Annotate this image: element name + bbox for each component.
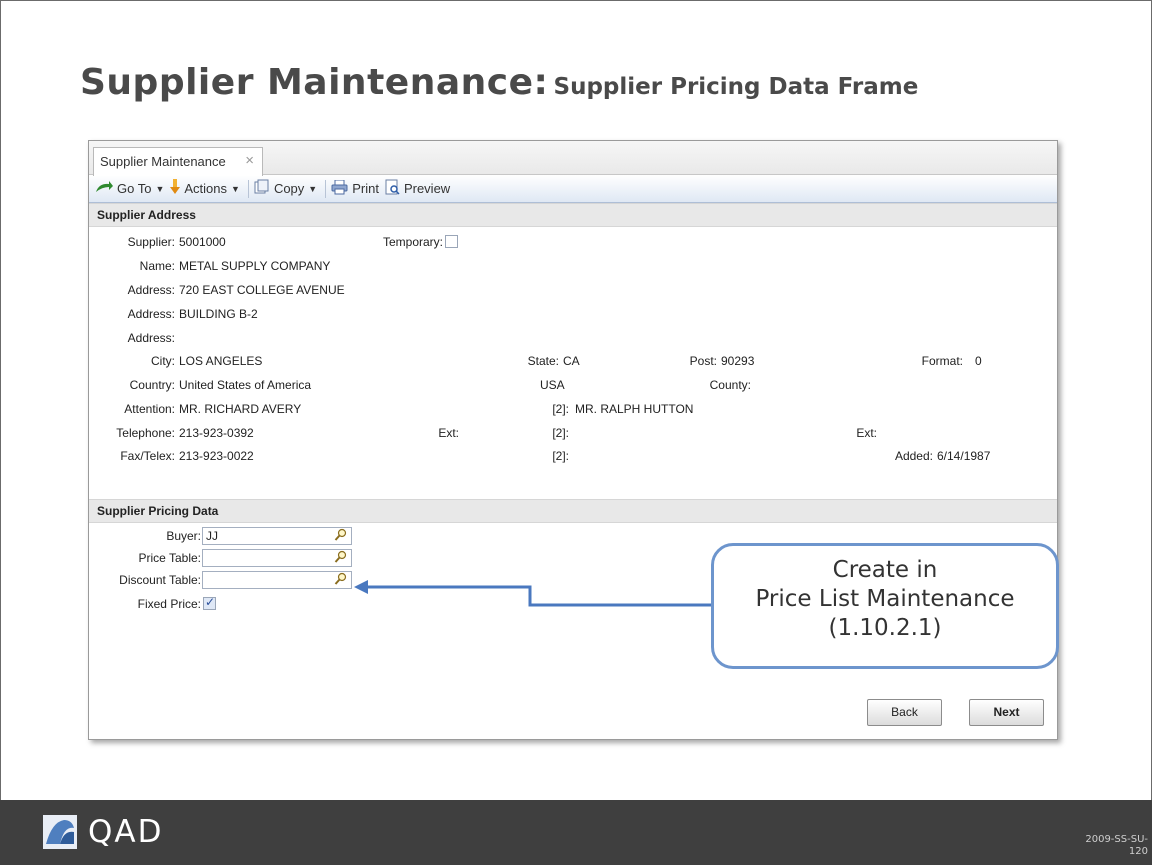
slide-title-main: Supplier Maintenance: bbox=[80, 62, 549, 103]
name-label: Name: bbox=[139, 259, 175, 273]
address1-label: Address: bbox=[127, 283, 175, 297]
buyer-field[interactable]: JJ bbox=[202, 527, 352, 545]
callout-arrow bbox=[354, 580, 711, 607]
toolbar-divider bbox=[247, 179, 249, 198]
actions-button[interactable]: Actions ▼ bbox=[170, 179, 240, 198]
copy-button[interactable]: Copy ▼ bbox=[254, 179, 317, 198]
attention2-label: [2]: bbox=[552, 402, 569, 416]
address2-label: Address: bbox=[127, 307, 175, 321]
supplier-pricing-header: Supplier Pricing Data bbox=[89, 499, 1057, 523]
buyer-value: JJ bbox=[206, 529, 218, 543]
printer-icon bbox=[331, 179, 348, 198]
country-value: United States of America bbox=[179, 378, 312, 392]
fax-label: Fax/Telex: bbox=[120, 449, 175, 463]
actions-label: Actions bbox=[184, 181, 228, 196]
tab-label: Supplier Maintenance bbox=[100, 154, 226, 169]
format-label: Format: bbox=[921, 354, 963, 368]
added-label: Added: bbox=[894, 449, 933, 463]
format-value: 0 bbox=[975, 354, 982, 368]
post-value: 90293 bbox=[721, 354, 755, 368]
supplier-address-header: Supplier Address bbox=[89, 203, 1057, 227]
ext2-label: Ext: bbox=[856, 426, 877, 440]
chevron-down-icon: ▼ bbox=[308, 183, 318, 194]
price-table-field[interactable] bbox=[202, 549, 352, 567]
goto-arrow-icon bbox=[95, 181, 113, 196]
name-value: METAL SUPPLY COMPANY bbox=[179, 259, 331, 273]
ext-label: Ext: bbox=[438, 426, 459, 440]
city-label: City: bbox=[151, 354, 175, 368]
qad-logo-text: QAD bbox=[88, 814, 164, 850]
address2-value: BUILDING B-2 bbox=[179, 307, 258, 321]
address3-label: Address: bbox=[127, 331, 175, 345]
toolbar-divider bbox=[325, 179, 327, 198]
city-value: LOS ANGELES bbox=[179, 354, 263, 368]
preview-label: Preview bbox=[403, 181, 451, 196]
callout-box: Create in Price List Maintenance (1.10.2… bbox=[711, 543, 1059, 669]
address1-value: 720 EAST COLLEGE AVENUE bbox=[179, 283, 345, 297]
supplier-address-form: Supplier: 5001000 Temporary: Name: METAL… bbox=[89, 227, 1057, 499]
slide-code-id: 2009-SS-SU- bbox=[1085, 834, 1148, 845]
telephone-label: Telephone: bbox=[116, 426, 175, 440]
chevron-down-icon: ▼ bbox=[155, 183, 165, 194]
added-value: 6/14/1987 bbox=[937, 449, 991, 463]
copy-icon bbox=[254, 179, 270, 198]
temporary-checkbox[interactable] bbox=[445, 235, 458, 248]
search-icon[interactable] bbox=[334, 572, 347, 589]
chevron-down-icon: ▼ bbox=[231, 183, 240, 194]
supplier-value: 5001000 bbox=[179, 235, 226, 249]
post-label: Post: bbox=[689, 354, 717, 368]
fax-value: 213-923-0022 bbox=[179, 449, 254, 463]
actions-hand-icon bbox=[170, 179, 181, 198]
discount-table-label: Discount Table: bbox=[119, 573, 201, 587]
print-button[interactable]: Print bbox=[331, 179, 379, 198]
back-button[interactable]: Back bbox=[867, 699, 942, 726]
slide-title-sub: Supplier Pricing Data Frame bbox=[553, 74, 919, 100]
country-code-value: USA bbox=[540, 378, 565, 392]
tab-bar: Supplier Maintenance × bbox=[89, 141, 1057, 176]
telephone-value: 213-923-0392 bbox=[179, 426, 254, 440]
goto-label: Go To bbox=[117, 181, 152, 196]
fixed-price-label: Fixed Price: bbox=[137, 597, 201, 611]
close-icon[interactable]: × bbox=[245, 152, 254, 169]
tab-supplier-maintenance[interactable]: Supplier Maintenance × bbox=[93, 147, 263, 176]
print-label: Print bbox=[352, 181, 379, 196]
attention-value: MR. RICHARD AVERY bbox=[179, 402, 302, 416]
state-value: CA bbox=[563, 354, 580, 368]
state-label: State: bbox=[527, 354, 559, 368]
callout-line-1: Create in bbox=[832, 557, 938, 583]
next-button[interactable]: Next bbox=[969, 699, 1044, 726]
slide-title: Supplier Maintenance: Supplier Pricing D… bbox=[80, 62, 918, 103]
price-table-label: Price Table: bbox=[138, 551, 201, 565]
discount-table-field[interactable] bbox=[202, 571, 352, 589]
temporary-label: Temporary: bbox=[382, 235, 443, 249]
toolbar: Go To ▼ Actions ▼ Copy ▼ Print Preview bbox=[89, 175, 1057, 203]
buyer-label: Buyer: bbox=[166, 529, 201, 543]
goto-button[interactable]: Go To ▼ bbox=[95, 181, 164, 196]
county-label: County: bbox=[709, 378, 751, 392]
supplier-label: Supplier: bbox=[127, 235, 175, 249]
country-label: Country: bbox=[129, 378, 175, 392]
fax2-label: [2]: bbox=[552, 449, 569, 463]
preview-icon bbox=[385, 179, 400, 198]
preview-button[interactable]: Preview bbox=[385, 179, 450, 198]
slide-page-number: 120 bbox=[1128, 846, 1148, 857]
fixed-price-checkbox[interactable] bbox=[203, 595, 216, 610]
slide-code: 2009-SS-SU- 120 bbox=[1085, 834, 1148, 858]
telephone2-label: [2]: bbox=[552, 426, 569, 440]
slide-footer bbox=[0, 800, 1152, 865]
search-icon[interactable] bbox=[334, 550, 347, 567]
search-icon[interactable] bbox=[334, 528, 347, 545]
qad-logo: QAD bbox=[42, 814, 163, 850]
qad-logo-icon bbox=[43, 815, 77, 849]
copy-label: Copy bbox=[273, 181, 305, 196]
attention-label: Attention: bbox=[124, 402, 175, 416]
callout-line-2: Price List Maintenance bbox=[755, 586, 1015, 612]
attention2-value: MR. RALPH HUTTON bbox=[575, 402, 694, 416]
callout-line-3: (1.10.2.1) bbox=[828, 615, 942, 641]
